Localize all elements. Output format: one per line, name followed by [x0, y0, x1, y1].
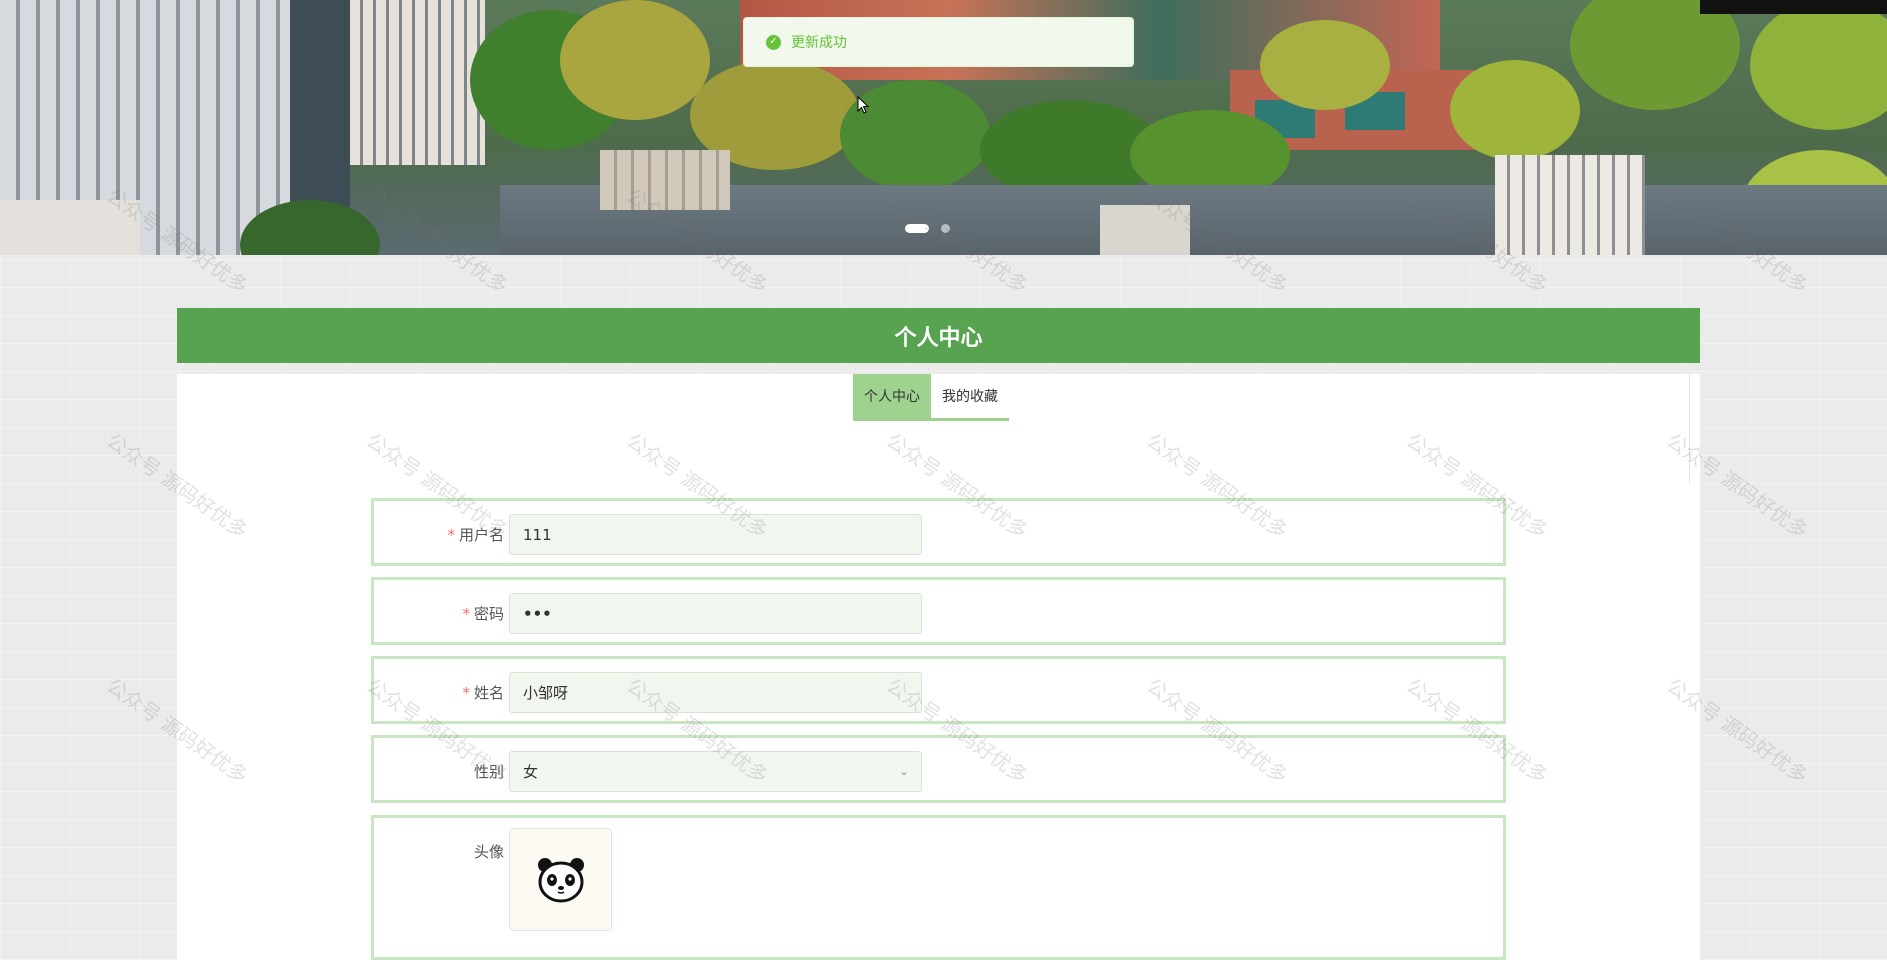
- carousel-dot-active[interactable]: [905, 224, 929, 233]
- username-input[interactable]: 111: [509, 514, 922, 555]
- password-input[interactable]: •••: [509, 593, 922, 634]
- form-row-name: * 姓名 小邹呀: [371, 656, 1506, 724]
- check-circle-icon: ✓: [766, 34, 781, 50]
- avatar-label: 头像: [473, 843, 504, 861]
- form-row-gender: 性别 女 ⌄: [371, 735, 1506, 803]
- banner-tree: [1570, 0, 1740, 110]
- success-toast: ✓ 更新成功: [743, 17, 1134, 67]
- carousel-indicators: [905, 224, 950, 233]
- divider: [1689, 374, 1690, 484]
- tab-personal-center[interactable]: 个人中心: [853, 374, 931, 418]
- banner-building: [1495, 155, 1645, 255]
- banner-building: [600, 150, 730, 210]
- form-row-avatar: 头像: [371, 815, 1506, 960]
- banner-building: [1100, 205, 1190, 255]
- form-row-username: * 用户名 111: [371, 498, 1506, 566]
- page-title: 个人中心: [177, 308, 1700, 363]
- banner-tree: [1450, 60, 1580, 160]
- banner-tree: [560, 0, 710, 120]
- name-input[interactable]: 小邹呀: [509, 672, 922, 713]
- panda-avatar-icon: [537, 857, 584, 902]
- banner-building: [350, 0, 485, 165]
- chevron-down-icon: ⌄: [898, 764, 909, 778]
- tab-bar: 个人中心 我的收藏: [853, 374, 1009, 421]
- form-row-password: * 密码 •••: [371, 577, 1506, 645]
- toast-message: 更新成功: [791, 35, 847, 51]
- gender-select[interactable]: 女 ⌄: [509, 751, 922, 792]
- carousel-dot[interactable]: [941, 224, 950, 233]
- tab-my-favorites[interactable]: 我的收藏: [931, 374, 1009, 418]
- banner-tree: [1750, 0, 1887, 130]
- gender-value: 女: [523, 763, 539, 781]
- password-label: * 密码: [462, 605, 504, 623]
- banner-building: [0, 200, 140, 255]
- avatar-upload[interactable]: [509, 828, 612, 931]
- mouse-cursor-icon: [857, 96, 869, 114]
- gender-label: 性别: [473, 763, 504, 781]
- username-label: * 用户名: [447, 526, 504, 544]
- banner-corner-bar: [1700, 0, 1887, 14]
- banner-tree: [1260, 20, 1390, 110]
- name-label: * 姓名: [462, 684, 504, 702]
